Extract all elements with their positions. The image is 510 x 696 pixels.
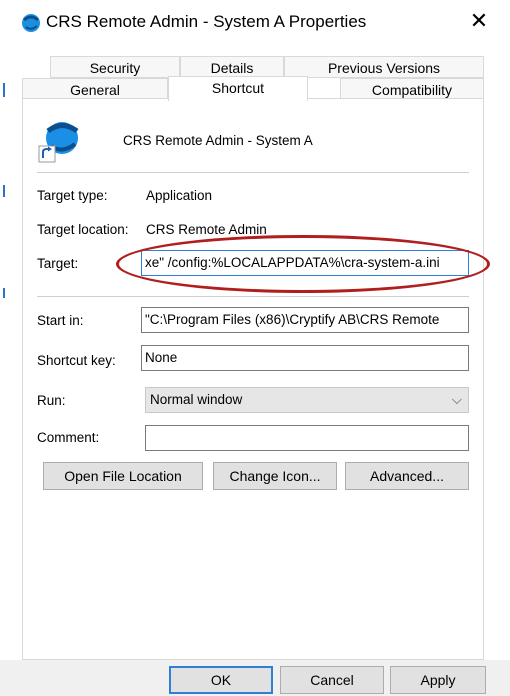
start-in-input[interactable]: "C:\Program Files (x86)\Cryptify AB\CRS …	[141, 307, 469, 333]
tab-shortcut[interactable]: Shortcut	[168, 76, 308, 101]
window-title: CRS Remote Admin - System A Properties	[46, 12, 367, 31]
tab-compatibility[interactable]: Compatibility	[340, 78, 484, 100]
tab-previous-versions[interactable]: Previous Versions	[284, 56, 484, 78]
annotation-ellipse	[116, 235, 490, 293]
title-bar: CRS Remote Admin - System A Properties ✕	[0, 0, 510, 44]
crs-globe-icon	[37, 118, 83, 164]
crs-globe-icon	[20, 12, 42, 34]
divider	[37, 172, 469, 173]
start-in-label: Start in:	[37, 313, 84, 328]
divider	[37, 296, 469, 297]
tab-security[interactable]: Security	[50, 56, 180, 78]
run-select-value: Normal window	[150, 392, 243, 407]
advanced-button[interactable]: Advanced...	[345, 462, 469, 490]
target-type-label: Target type:	[37, 188, 108, 203]
close-icon[interactable]: ✕	[464, 6, 494, 36]
change-icon-button[interactable]: Change Icon...	[213, 462, 337, 490]
shortcut-key-input[interactable]: None	[141, 345, 469, 371]
tab-panel-shortcut	[22, 98, 484, 660]
comment-label: Comment:	[37, 430, 100, 445]
target-location-value: CRS Remote Admin	[146, 222, 267, 237]
shortcut-name: CRS Remote Admin - System A	[123, 133, 313, 148]
shortcut-key-label: Shortcut key:	[37, 353, 116, 368]
target-location-label: Target location:	[37, 222, 129, 237]
target-label: Target:	[37, 256, 79, 271]
ok-button[interactable]: OK	[169, 666, 273, 694]
tab-details[interactable]: Details	[180, 56, 284, 78]
tab-general[interactable]: General	[22, 78, 168, 100]
background-window-edge	[0, 0, 9, 696]
comment-input[interactable]	[145, 425, 469, 451]
run-select[interactable]: Normal window ⌵	[145, 387, 469, 413]
apply-button[interactable]: Apply	[390, 666, 486, 694]
chevron-down-icon: ⌵	[451, 392, 462, 407]
cancel-button[interactable]: Cancel	[280, 666, 384, 694]
open-file-location-button[interactable]: Open File Location	[43, 462, 203, 490]
run-label: Run:	[37, 393, 66, 408]
target-type-value: Application	[146, 188, 213, 203]
